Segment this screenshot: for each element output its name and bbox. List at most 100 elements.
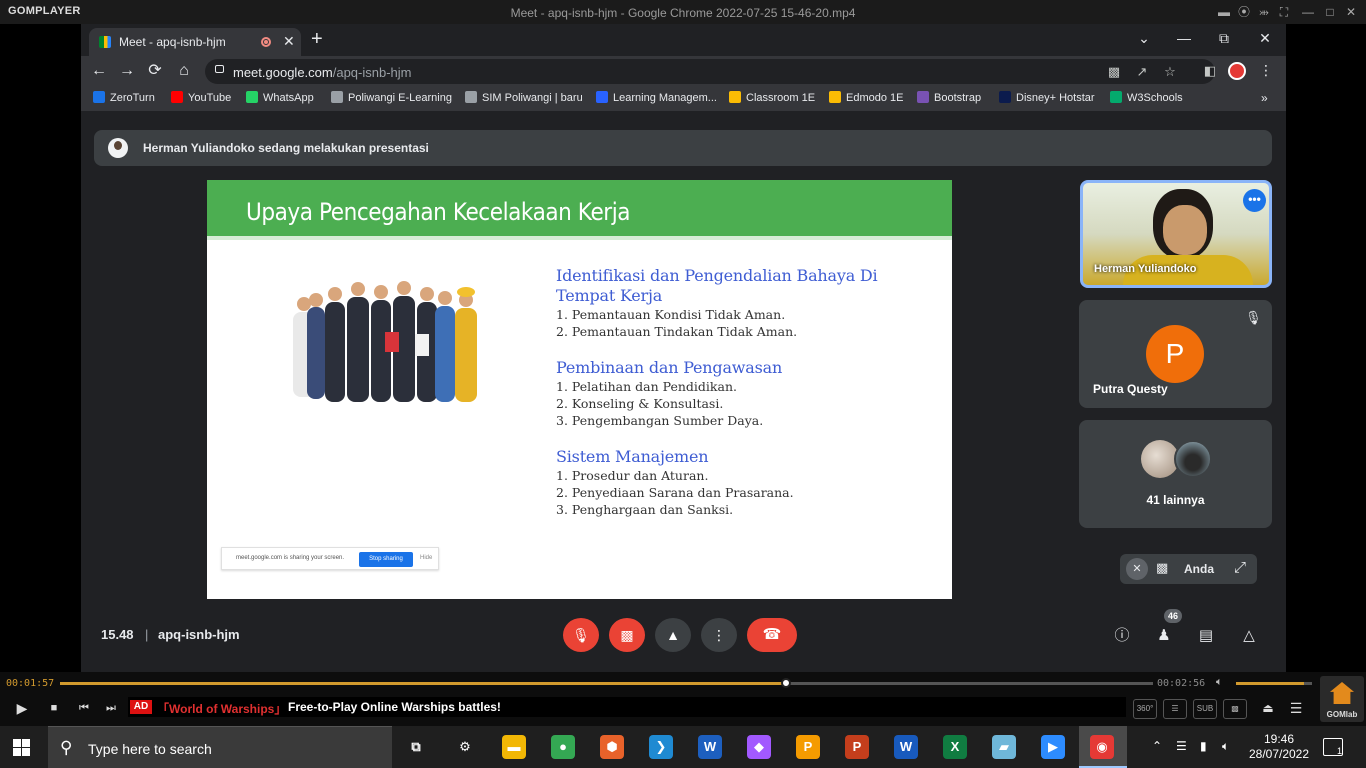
camera-off-icon[interactable]: ▩ — [1156, 560, 1168, 576]
broadcast-icon[interactable]: ⦿ — [1236, 4, 1252, 20]
side-panel-icon[interactable]: ◧ — [1201, 63, 1219, 79]
url-text[interactable]: meet.google.com/apq-isnb-hjm — [233, 65, 412, 80]
git-kraken-icon[interactable]: ⬢ — [600, 735, 624, 759]
leave-call-button[interactable]: ☎ — [747, 618, 797, 652]
previous-button[interactable]: ⏮︎ — [74, 702, 94, 715]
word-icon[interactable]: W — [894, 735, 918, 759]
expand-icon[interactable]: ⤢ — [1234, 559, 1246, 576]
pin-icon[interactable]: ⤕ — [1256, 4, 1272, 20]
clock[interactable]: 19:46 28/07/2022 — [1248, 732, 1310, 762]
notification-icon[interactable]: 1 — [1323, 738, 1343, 756]
close-button[interactable]: ✕ — [1343, 4, 1359, 20]
bookmark-item[interactable]: Disney+ Hotstar — [999, 91, 1095, 104]
people-icon[interactable]: ♟ — [1152, 624, 1176, 648]
task-view-icon[interactable]: ⧉ — [404, 735, 428, 759]
eject-icon[interactable]: ⏏ — [1258, 701, 1278, 715]
participant-tile-herman[interactable]: Herman Yuliandoko ••• — [1080, 180, 1272, 288]
taskbar-search[interactable]: ⚲ Type here to search — [48, 726, 392, 768]
figma-icon[interactable]: ◆ — [747, 735, 771, 759]
stop-sharing-button[interactable]: Stop sharing — [359, 552, 413, 567]
restore-button[interactable]: ⧉ — [1214, 30, 1234, 47]
bookmark-item[interactable]: WhatsApp — [246, 91, 314, 104]
back-button[interactable]: ← — [89, 62, 109, 80]
equalizer-icon[interactable]: ☰ — [1163, 699, 1187, 719]
vr-360-button[interactable]: 360° — [1133, 699, 1157, 719]
more-icon[interactable]: ⋮ — [1259, 62, 1273, 79]
excel-icon[interactable]: X — [943, 735, 967, 759]
more-bookmarks-icon[interactable]: » — [1261, 91, 1268, 105]
more-options-icon[interactable]: ••• — [1243, 189, 1266, 212]
zoom-icon[interactable]: ▶ — [1041, 735, 1065, 759]
seek-bar[interactable] — [60, 678, 1153, 688]
speaker-icon[interactable]: 🔈︎ — [1222, 739, 1229, 754]
participant-tile-others[interactable]: 41 lainnya — [1079, 420, 1272, 528]
search-input[interactable]: Type here to search — [88, 741, 212, 757]
ad-banner[interactable]: AD 「World of Warships」 Free-to-Play Onli… — [128, 697, 1126, 717]
subtitle-button[interactable]: SUB — [1193, 699, 1217, 719]
gomlab-button[interactable]: GOMlab — [1320, 676, 1364, 722]
bookmark-item[interactable]: Bootstrap — [917, 91, 981, 104]
bookmark-item[interactable]: YouTube — [171, 91, 231, 104]
participant-tile-putra[interactable]: P Putra Questy 🎙︎ — [1079, 300, 1272, 408]
network-icon[interactable]: ☰ — [1176, 739, 1187, 753]
app-orange-icon[interactable]: P — [796, 735, 820, 759]
lock-icon[interactable] — [215, 65, 224, 73]
bookmark-item[interactable]: ZeroTurn — [93, 91, 155, 104]
bookmark-item[interactable]: Learning Managem... — [596, 91, 717, 104]
star-icon[interactable]: ☆ — [1161, 64, 1179, 80]
reload-button[interactable]: ⟳ — [145, 62, 165, 80]
bookmark-item[interactable]: Edmodo 1E — [829, 91, 903, 104]
address-bar[interactable]: meet.google.com/apq-isnb-hjm ▩ ↗ ☆ — [205, 59, 1215, 84]
mic-toggle-button[interactable]: 🎙︎ — [563, 618, 599, 652]
chrome-icon[interactable]: ● — [551, 735, 575, 759]
minimize-button[interactable]: — — [1300, 4, 1316, 20]
notes-icon[interactable]: ▰ — [992, 735, 1016, 759]
camera-icon[interactable]: ▩ — [1105, 64, 1123, 80]
more-options-button[interactable]: ⋮ — [701, 618, 737, 652]
chevron-up-icon[interactable]: ⌃ — [1152, 739, 1162, 753]
hide-button[interactable]: Hide — [420, 555, 432, 561]
new-tab-button[interactable]: + — [311, 29, 323, 49]
recorder-icon[interactable]: ◉ — [1090, 735, 1114, 759]
menu-icon[interactable]: ☰ — [1286, 700, 1306, 717]
bookmark-item[interactable]: SIM Poliwangi | baru — [465, 91, 583, 104]
play-button[interactable]: ▶ — [12, 700, 32, 717]
next-button[interactable]: ⏭︎ — [101, 702, 121, 715]
ad-title[interactable]: 「World of Warships」 — [157, 700, 286, 717]
mic-off-icon[interactable]: ✕ — [1126, 558, 1148, 580]
maximize-button[interactable]: □ — [1322, 4, 1338, 20]
camera-toggle-button[interactable]: ▩ — [609, 618, 645, 652]
minimize-button[interactable]: — — [1174, 30, 1194, 46]
bookmark-item[interactable]: W3Schools — [1110, 91, 1183, 104]
minimize-icon[interactable]: ▬ — [1216, 4, 1232, 20]
activities-icon[interactable]: △ — [1237, 624, 1261, 648]
home-button[interactable]: ⌂ — [174, 62, 194, 80]
chevron-down-icon[interactable]: ⌄ — [1134, 30, 1154, 47]
chat-icon[interactable]: ▤ — [1194, 624, 1218, 648]
settings-icon[interactable]: ⚙ — [453, 735, 477, 759]
tab-meet[interactable]: Meet - apq-isnb-hjm ✕ — [89, 28, 301, 56]
profile-avatar[interactable] — [1228, 62, 1246, 80]
share-icon[interactable]: ↗ — [1133, 64, 1151, 80]
vscode-icon[interactable]: ❯ — [649, 735, 673, 759]
capture-icon[interactable]: ▩ — [1223, 699, 1247, 719]
fullscreen-icon[interactable]: ⛶ — [1276, 4, 1292, 20]
app-blue-w-icon[interactable]: W — [698, 735, 722, 759]
stop-button[interactable]: ■ — [44, 702, 64, 714]
ad-text[interactable]: Free-to-Play Online Warships battles! — [288, 700, 501, 714]
info-icon[interactable]: ⓘ — [1110, 624, 1134, 648]
bookmark-item[interactable]: Poliwangi E-Learning — [331, 91, 452, 104]
file-explorer-icon[interactable]: ▬ — [502, 735, 526, 759]
forward-button[interactable]: → — [117, 62, 137, 80]
close-icon[interactable]: ✕ — [283, 33, 295, 50]
volume-slider[interactable] — [1236, 682, 1312, 685]
share-notice-text: meet.google.com is sharing your screen. — [236, 555, 345, 561]
bookmark-item[interactable]: Classroom 1E — [729, 91, 815, 104]
battery-icon[interactable]: ▮ — [1200, 739, 1207, 753]
close-button[interactable]: ✕ — [1255, 30, 1275, 47]
windows-start-icon[interactable] — [13, 739, 30, 756]
volume-icon[interactable]: 🔈︎ — [1216, 676, 1223, 689]
present-button[interactable]: ▲ — [655, 618, 691, 652]
powerpoint-icon[interactable]: P — [845, 735, 869, 759]
seek-handle[interactable] — [780, 678, 791, 688]
